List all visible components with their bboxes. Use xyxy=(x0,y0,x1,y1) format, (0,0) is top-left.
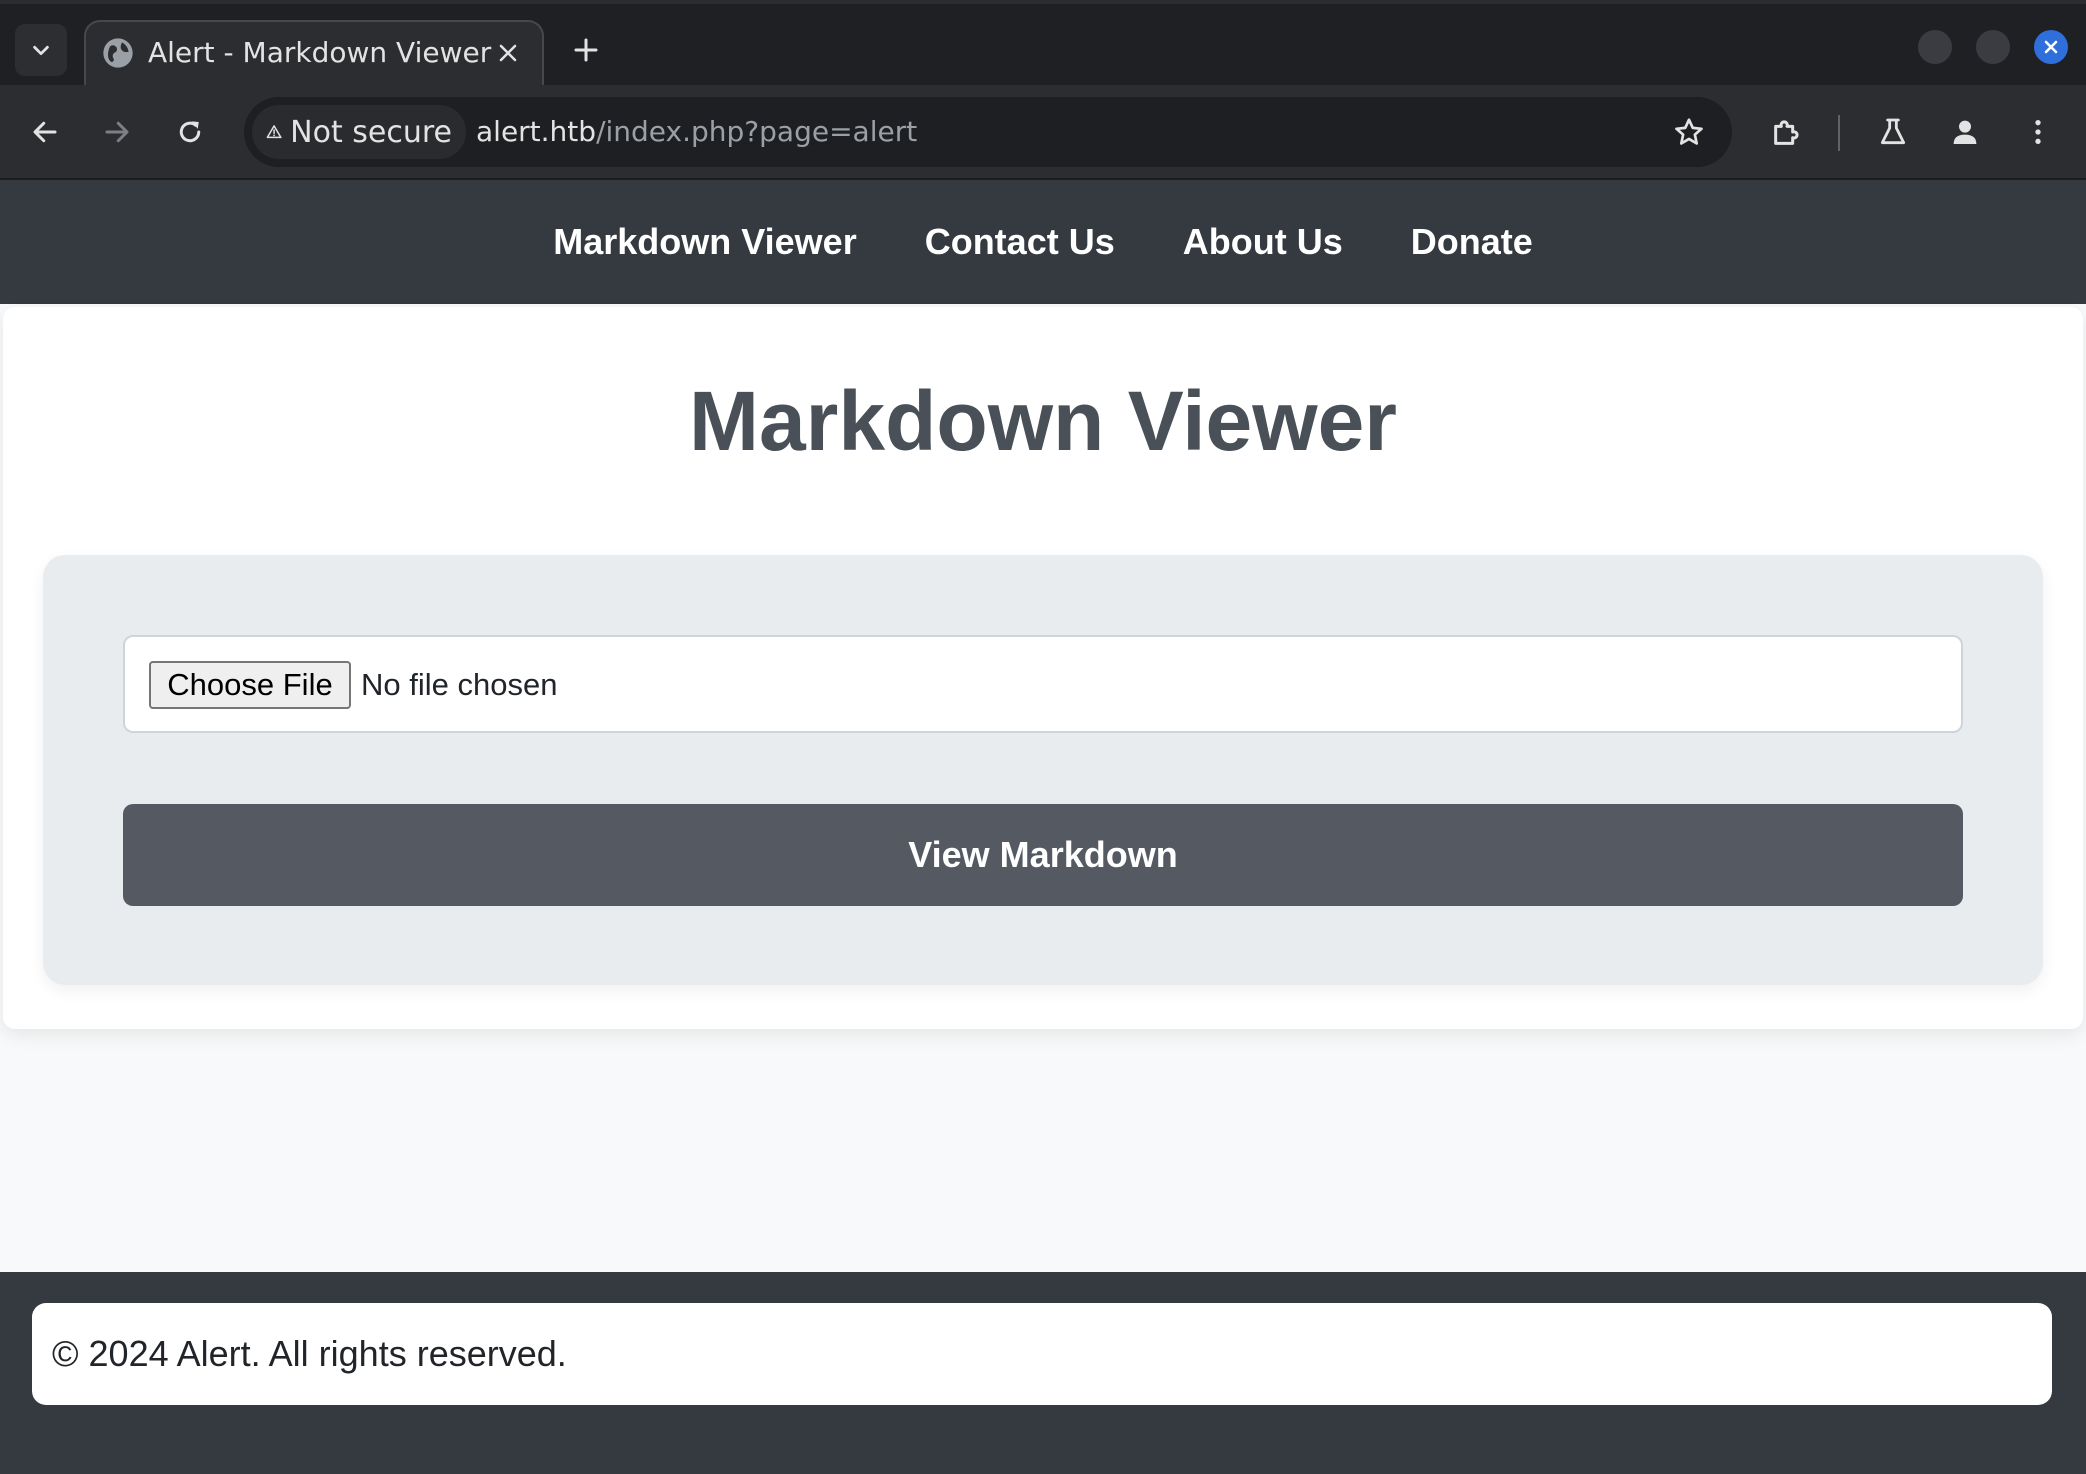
back-button[interactable] xyxy=(24,111,66,153)
main-container: Markdown Viewer Choose File No file chos… xyxy=(3,307,2083,1029)
window-minimize-button[interactable] xyxy=(1918,30,1952,64)
extensions-button[interactable] xyxy=(1766,111,1808,153)
url-path: /index.php?page=alert xyxy=(596,115,918,148)
browser-toolbar: Not secure alert.htb/index.php?page=aler… xyxy=(0,85,2086,180)
profile-button[interactable] xyxy=(1944,111,1986,153)
nav-link-about-us[interactable]: About Us xyxy=(1183,221,1343,263)
tab-search-button[interactable] xyxy=(15,24,67,76)
forward-button[interactable] xyxy=(96,111,138,153)
page-title: Markdown Viewer xyxy=(688,374,1397,468)
url-host: alert.htb xyxy=(476,115,597,148)
site-footer: © 2024 Alert. All rights reserved. xyxy=(0,1272,2086,1474)
bookmark-button[interactable] xyxy=(1668,111,1710,153)
footer-panel: © 2024 Alert. All rights reserved. xyxy=(32,1303,2052,1405)
window-maximize-button[interactable] xyxy=(1976,30,2010,64)
nav-link-contact-us[interactable]: Contact Us xyxy=(925,221,1115,263)
upload-form: Choose File No file chosen View Markdown xyxy=(43,555,2043,985)
view-markdown-button[interactable]: View Markdown xyxy=(123,804,1963,906)
toolbar-divider xyxy=(1838,115,1840,151)
back-arrow-icon xyxy=(33,121,57,143)
flask-icon xyxy=(1880,118,1906,145)
address-bar[interactable]: Not secure alert.htb/index.php?page=aler… xyxy=(244,97,1732,167)
forward-arrow-icon xyxy=(105,121,129,143)
security-chip[interactable]: Not secure xyxy=(252,105,466,159)
chevron-down-icon xyxy=(33,45,49,56)
web-page: Markdown Viewer Contact Us About Us Dona… xyxy=(0,180,2086,1474)
tab-strip: Alert - Markdown Viewer xyxy=(0,0,2086,90)
window-close-button[interactable] xyxy=(2034,30,2068,64)
reload-button[interactable] xyxy=(169,111,211,153)
more-vertical-icon xyxy=(2035,120,2041,144)
star-icon xyxy=(1675,118,1703,145)
labs-button[interactable] xyxy=(1872,111,1914,153)
file-status-text: No file chosen xyxy=(361,667,558,702)
choose-file-button[interactable]: Choose File xyxy=(149,661,351,709)
new-tab-button[interactable] xyxy=(566,30,606,70)
url-text[interactable]: alert.htb/index.php?page=alert xyxy=(476,111,917,153)
nav-link-donate[interactable]: Donate xyxy=(1411,221,1533,263)
profile-icon xyxy=(1953,120,1977,144)
puzzle-icon xyxy=(1774,120,1799,145)
file-input[interactable]: Choose File No file chosen xyxy=(123,635,1963,733)
footer-copyright: © 2024 Alert. All rights reserved. xyxy=(52,1333,567,1374)
menu-button[interactable] xyxy=(2017,111,2059,153)
plus-icon xyxy=(574,38,598,62)
close-icon xyxy=(499,44,517,62)
site-navbar: Markdown Viewer Contact Us About Us Dona… xyxy=(0,180,2086,304)
tab-close-button[interactable] xyxy=(492,37,524,69)
browser-window: Alert - Markdown Viewer Not secure alert… xyxy=(0,0,2086,1474)
warning-icon xyxy=(266,125,282,139)
active-tab[interactable]: Alert - Markdown Viewer xyxy=(84,20,544,90)
nav-link-markdown-viewer[interactable]: Markdown Viewer xyxy=(553,221,856,263)
close-icon xyxy=(2044,40,2058,54)
tab-title: Alert - Markdown Viewer xyxy=(148,36,492,69)
reload-icon xyxy=(179,121,201,143)
security-label: Not secure xyxy=(290,114,452,150)
globe-icon xyxy=(103,38,133,68)
